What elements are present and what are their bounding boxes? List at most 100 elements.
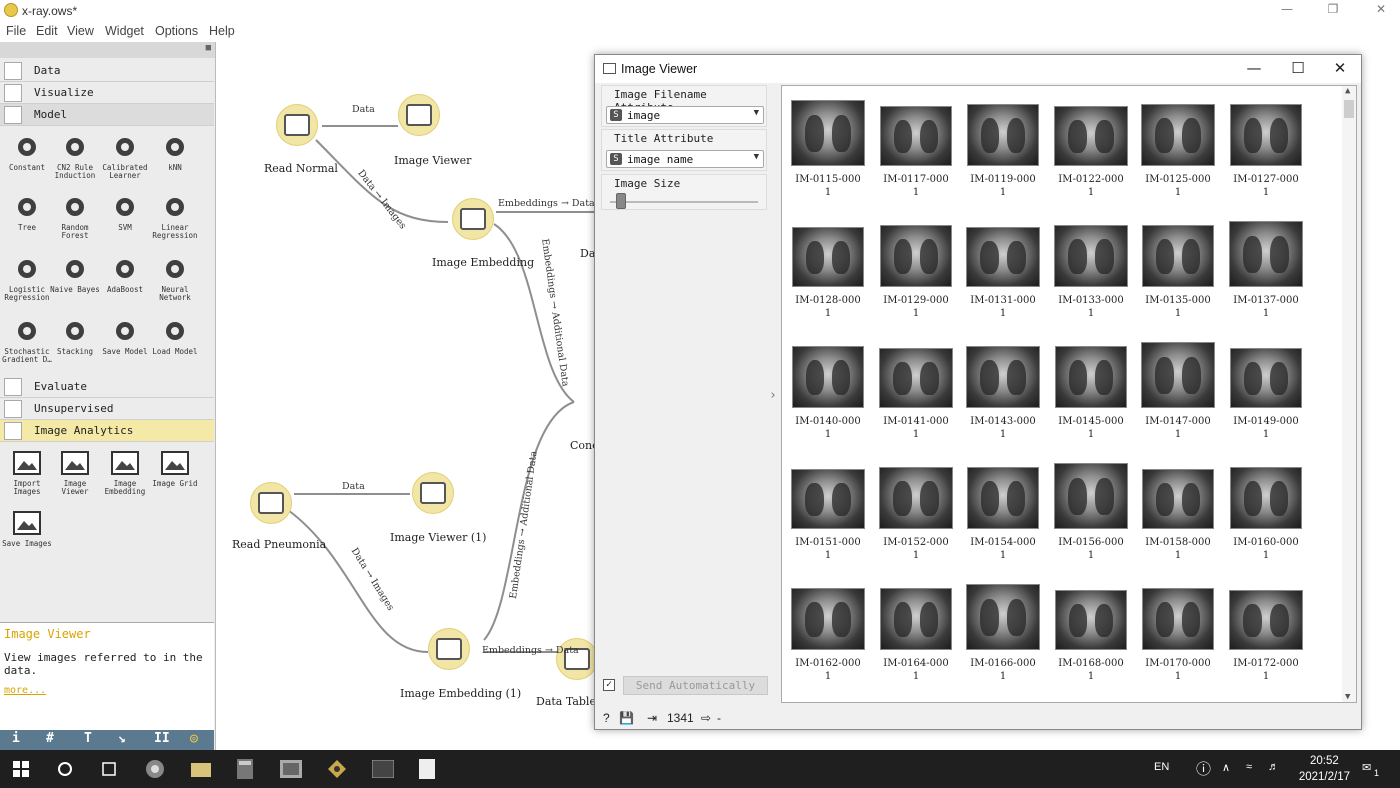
minimize-button[interactable]: — bbox=[1272, 2, 1302, 20]
image-thumbnail[interactable]: IM-0115-000 1 bbox=[788, 98, 868, 199]
widget-tree[interactable]: Tree bbox=[2, 190, 52, 248]
widget-cn2-rule-induction[interactable]: CN2 Rule Induction bbox=[50, 130, 100, 188]
start-windows-icon[interactable] bbox=[8, 756, 34, 782]
image-thumbnail[interactable]: IM-0158-000 1 bbox=[1138, 461, 1218, 562]
calculator-icon[interactable] bbox=[232, 756, 258, 782]
gallery-scrollbar[interactable]: ▲ ▼ bbox=[1342, 86, 1356, 702]
category-image-analytics[interactable]: Image Analytics bbox=[0, 420, 214, 442]
widget-image-embedding[interactable]: Image Embedding bbox=[100, 446, 150, 504]
dialog-close-button[interactable]: ✕ bbox=[1325, 59, 1355, 79]
widget-image-grid[interactable]: Image Grid bbox=[150, 446, 200, 504]
image-thumbnail[interactable]: IM-0160-000 1 bbox=[1226, 461, 1306, 562]
network-icon[interactable]: ∧ bbox=[1222, 761, 1230, 774]
widget-image-viewer[interactable]: Image Viewer bbox=[50, 446, 100, 504]
document-icon[interactable] bbox=[414, 756, 440, 782]
menu-file[interactable]: File bbox=[6, 24, 26, 38]
search-icon[interactable] bbox=[52, 756, 78, 782]
photos-icon[interactable] bbox=[278, 756, 304, 782]
image-thumbnail[interactable]: IM-0141-000 1 bbox=[876, 340, 956, 441]
node-image-embedding[interactable] bbox=[452, 198, 494, 240]
menu-widget[interactable]: Widget bbox=[105, 24, 144, 38]
image-thumbnail[interactable]: IM-0119-000 1 bbox=[963, 98, 1043, 199]
image-thumbnail[interactable]: IM-0125-000 1 bbox=[1138, 98, 1218, 199]
widget-save-images[interactable]: Save Images bbox=[2, 506, 52, 564]
file-explorer-icon[interactable] bbox=[188, 756, 214, 782]
terminal-icon[interactable] bbox=[370, 756, 396, 782]
grid-tool-button[interactable]: # bbox=[46, 731, 54, 746]
image-thumbnail[interactable]: IM-0170-000 1 bbox=[1138, 582, 1218, 683]
menu-view[interactable]: View bbox=[67, 24, 94, 38]
save-icon[interactable]: 💾 bbox=[619, 711, 634, 725]
scrollbar-thumb[interactable] bbox=[1344, 100, 1354, 118]
image-thumbnail[interactable]: IM-0164-000 1 bbox=[876, 582, 956, 683]
arrow-tool-button[interactable]: ↘ bbox=[118, 731, 126, 746]
menu-help[interactable]: Help bbox=[209, 24, 235, 38]
image-thumbnail[interactable]: IM-0172-000 1 bbox=[1226, 582, 1306, 683]
category-unsupervised[interactable]: Unsupervised bbox=[0, 398, 214, 420]
taskbar-clock[interactable]: 20:52 2021/2/17 bbox=[1299, 753, 1350, 785]
widget-stacking[interactable]: Stacking bbox=[50, 314, 100, 372]
image-thumbnail[interactable]: IM-0162-000 1 bbox=[788, 582, 868, 683]
category-data[interactable]: Data bbox=[0, 60, 214, 82]
maximize-button[interactable]: ❐ bbox=[1318, 2, 1348, 20]
image-thumbnail[interactable]: IM-0140-000 1 bbox=[788, 340, 868, 441]
scroll-up-icon[interactable]: ▲ bbox=[1345, 86, 1350, 96]
image-thumbnail[interactable]: IM-0131-000 1 bbox=[963, 219, 1043, 320]
splitter-chevron-icon[interactable]: › bbox=[769, 388, 777, 403]
help-icon[interactable]: ? bbox=[603, 711, 610, 725]
menu-edit[interactable]: Edit bbox=[36, 24, 58, 38]
node-read-normal[interactable] bbox=[276, 104, 318, 146]
send-automatically-button[interactable]: Send Automatically bbox=[623, 676, 768, 695]
settings-tool-button[interactable]: ◎ bbox=[190, 731, 198, 746]
category-visualize[interactable]: Visualize bbox=[0, 82, 214, 104]
workflow-canvas[interactable]: Read Normal Image Viewer Image Embedding… bbox=[218, 42, 598, 750]
image-thumbnail[interactable]: IM-0135-000 1 bbox=[1138, 219, 1218, 320]
chrome-icon[interactable] bbox=[142, 756, 168, 782]
node-image-embedding-1[interactable] bbox=[428, 628, 470, 670]
image-thumbnail[interactable]: IM-0154-000 1 bbox=[963, 461, 1043, 562]
image-thumbnail[interactable]: IM-0127-000 1 bbox=[1226, 98, 1306, 199]
scroll-down-icon[interactable]: ▼ bbox=[1345, 692, 1350, 702]
language-indicator[interactable]: EN bbox=[1154, 761, 1169, 773]
image-thumbnail[interactable]: IM-0133-000 1 bbox=[1051, 219, 1131, 320]
image-thumbnail[interactable]: IM-0152-000 1 bbox=[876, 461, 956, 562]
image-thumbnail[interactable]: IM-0137-000 1 bbox=[1226, 219, 1306, 320]
auto-send-checkbox[interactable]: ✓ bbox=[603, 679, 615, 691]
image-size-slider-handle[interactable] bbox=[616, 193, 626, 209]
title-attr-select[interactable]: S image name ▼ bbox=[606, 150, 764, 168]
volume-icon[interactable]: ♬ bbox=[1268, 761, 1279, 773]
image-thumbnail[interactable]: IM-0117-000 1 bbox=[876, 98, 956, 199]
widget-linear-regression[interactable]: Linear Regression bbox=[150, 190, 200, 248]
widget-constant[interactable]: Constant bbox=[2, 130, 52, 188]
notifications-icon[interactable]: ✉ bbox=[1362, 761, 1371, 774]
dialog-maximize-button[interactable]: ☐ bbox=[1283, 59, 1313, 79]
widget-knn[interactable]: kNN bbox=[150, 130, 200, 188]
image-thumbnail[interactable]: IM-0129-000 1 bbox=[876, 219, 956, 320]
image-thumbnail[interactable]: IM-0122-000 1 bbox=[1051, 98, 1131, 199]
widget-svm[interactable]: SVM bbox=[100, 190, 150, 248]
image-thumbnail[interactable]: IM-0143-000 1 bbox=[963, 340, 1043, 441]
info-tool-button[interactable]: i bbox=[12, 731, 20, 746]
widget-load-model[interactable]: Load Model bbox=[150, 314, 200, 372]
image-thumbnail[interactable]: IM-0147-000 1 bbox=[1138, 340, 1218, 441]
text-tool-button[interactable]: T bbox=[84, 731, 92, 746]
filename-attr-select[interactable]: S image ▼ bbox=[606, 106, 764, 124]
dialog-minimize-button[interactable]: — bbox=[1239, 59, 1269, 79]
image-thumbnail[interactable]: IM-0128-000 1 bbox=[788, 219, 868, 320]
widget-adaboost[interactable]: AdaBoost bbox=[100, 252, 150, 310]
widget-import-images[interactable]: Import Images bbox=[2, 446, 52, 504]
widget-logistic-regression[interactable]: Logistic Regression bbox=[2, 252, 52, 310]
description-more-link[interactable]: more... bbox=[4, 685, 210, 696]
widget-naive-bayes[interactable]: Naive Bayes bbox=[50, 252, 100, 310]
node-image-viewer[interactable] bbox=[398, 94, 440, 136]
widget-random-forest[interactable]: Random Forest bbox=[50, 190, 100, 248]
image-thumbnail[interactable]: IM-0156-000 1 bbox=[1051, 461, 1131, 562]
category-evaluate[interactable]: Evaluate bbox=[0, 376, 214, 398]
widget-neural-network[interactable]: Neural Network bbox=[150, 252, 200, 310]
image-gallery[interactable]: IM-0115-000 1 IM-0117-000 1 IM-0119-000 1 IM-0… bbox=[781, 85, 1357, 703]
panel-close-icon[interactable]: ■ bbox=[206, 43, 211, 53]
wifi-icon[interactable]: ≈ bbox=[1246, 761, 1252, 773]
close-button[interactable]: ✕ bbox=[1366, 2, 1396, 20]
menu-options[interactable]: Options bbox=[155, 24, 198, 38]
node-read-pneumonia[interactable] bbox=[250, 482, 292, 524]
